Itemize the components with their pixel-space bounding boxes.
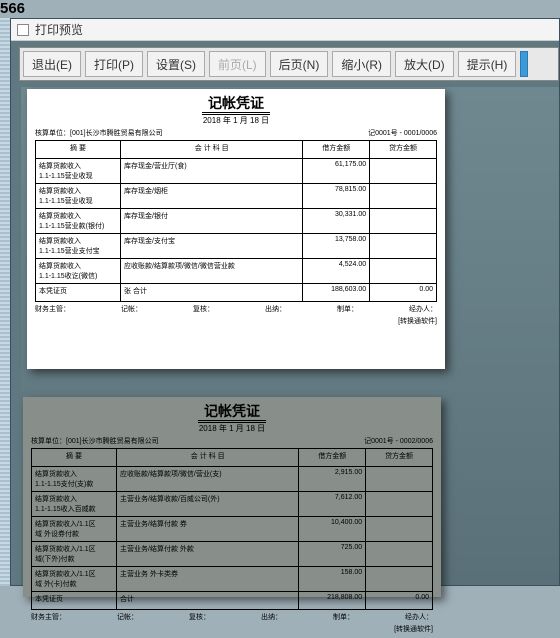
col-credit: 贷方金额 — [366, 449, 433, 467]
voucher-date: 2018 年 1 月 18 日 — [27, 115, 445, 126]
next-page-button[interactable]: 后页(N) — [270, 51, 329, 77]
col-debit: 借方金额 — [303, 141, 370, 159]
voucher-date: 2018 年 1 月 18 日 — [23, 423, 441, 434]
col-debit: 借方金额 — [299, 449, 366, 467]
setup-button[interactable]: 设置(S) — [147, 51, 205, 77]
window-title: 打印预览 — [35, 21, 83, 38]
page-code: 记0001号 - 0002/0006 — [364, 436, 433, 446]
table-row: 结算货款收入1.1-1.15营业收现库存现金/烟柜78,815.00 — [36, 184, 437, 209]
table-row: 结算货款收入1.1-1.15收讫(微信)应收账款/结算款项/微信/微信营业款4,… — [36, 259, 437, 284]
unit-label: 核算单位：[001]长沙市腾胜贸易有限公司 — [31, 436, 159, 446]
voucher-title: 记帐凭证 — [23, 397, 441, 421]
table-row: 结算货款收入1.1-1.15营业支付宝库存现金/支付宝13,758.00 — [36, 234, 437, 259]
table-row: 结算货款收入/1.1区域 外设券付款主营业务/结算付款 券10,400.00 — [32, 517, 433, 542]
table-row: 结算货款收入1.1-1.15营业收现库存现金/营业厅(食)61,175.00 — [36, 159, 437, 184]
exit-button[interactable]: 退出(E) — [23, 51, 81, 77]
voucher-page-2: 记帐凭证 2018 年 1 月 18 日 核算单位：[001]长沙市腾胜贸易有限… — [23, 397, 441, 597]
voucher-footer: 财务主管：记帐：复核： 出纳：制单：经办人： — [27, 302, 445, 316]
voucher-meta: 核算单位：[001]长沙市腾胜贸易有限公司 记0001号 - 0002/0006 — [23, 434, 441, 448]
voucher-table: 摘 要 会 计 科 目 借方金额 贷方金额 结算货款收入1.1-1.15营业收现… — [35, 140, 437, 302]
zoom-in-button[interactable]: 放大(D) — [395, 51, 454, 77]
col-summary: 摘 要 — [32, 449, 117, 467]
print-button[interactable]: 打印(P) — [85, 51, 143, 77]
table-row: 结算货款收入/1.1区域 外(卡)付款主营业务 外卡类券158.00 — [32, 567, 433, 592]
voucher-meta: 核算单位：[001]长沙市腾胜贸易有限公司 记0001号 - 0001/0006 — [27, 126, 445, 140]
col-credit: 贷方金额 — [370, 141, 437, 159]
table-row: 结算货款收入1.1-1.15营业款(银付)库存现金/银付30,331.00 — [36, 209, 437, 234]
preview-area[interactable]: 记帐凭证 2018 年 1 月 18 日 核算单位：[001]长沙市腾胜贸易有限… — [21, 87, 559, 585]
zoom-out-button[interactable]: 缩小(R) — [332, 51, 391, 77]
toolbar: 退出(E) 打印(P) 设置(S) 前页(L) 后页(N) 缩小(R) 放大(D… — [19, 47, 559, 81]
voucher-page-1: 记帐凭证 2018 年 1 月 18 日 核算单位：[001]长沙市腾胜贸易有限… — [27, 89, 445, 369]
hint-button[interactable]: 提示(H) — [458, 51, 517, 77]
total-row: 本凭证页 合计 218,808.00 0.00 — [32, 592, 433, 610]
total-row: 本凭证页 张 合计 188,603.00 0.00 — [36, 284, 437, 302]
table-row: 结算货款收入1.1-1.15收入百威款主营业务/结算收款/百威公司(外)7,61… — [32, 492, 433, 517]
col-account: 会 计 科 目 — [121, 141, 303, 159]
prev-page-button: 前页(L) — [209, 51, 266, 77]
extra-button[interactable] — [520, 51, 528, 77]
table-row: 结算货款收入/1.1区域(下外)付款主营业务/结算付款 外款725.00 — [32, 542, 433, 567]
voucher-footer: 财务主管：记帐：复核： 出纳：制单：经办人： — [23, 610, 441, 624]
page-number-overlay: 566 — [0, 0, 25, 17]
col-account: 会 计 科 目 — [117, 449, 299, 467]
voucher-title: 记帐凭证 — [27, 89, 445, 113]
software-stamp: [转换通软件] — [23, 624, 441, 638]
col-summary: 摘 要 — [36, 141, 121, 159]
app-icon — [17, 24, 29, 36]
ruler-edge — [0, 18, 10, 586]
app-window: 打印预览 退出(E) 打印(P) 设置(S) 前页(L) 后页(N) 缩小(R)… — [10, 18, 560, 586]
unit-label: 核算单位：[001]长沙市腾胜贸易有限公司 — [35, 128, 163, 138]
table-row: 结算货款收入1.1-1.15支付(支)款应收账款/结算款项/微信/营业(支)2,… — [32, 467, 433, 492]
software-stamp: [转换通软件] — [27, 316, 445, 330]
titlebar: 打印预览 — [11, 19, 559, 41]
page-code: 记0001号 - 0001/0006 — [368, 128, 437, 138]
